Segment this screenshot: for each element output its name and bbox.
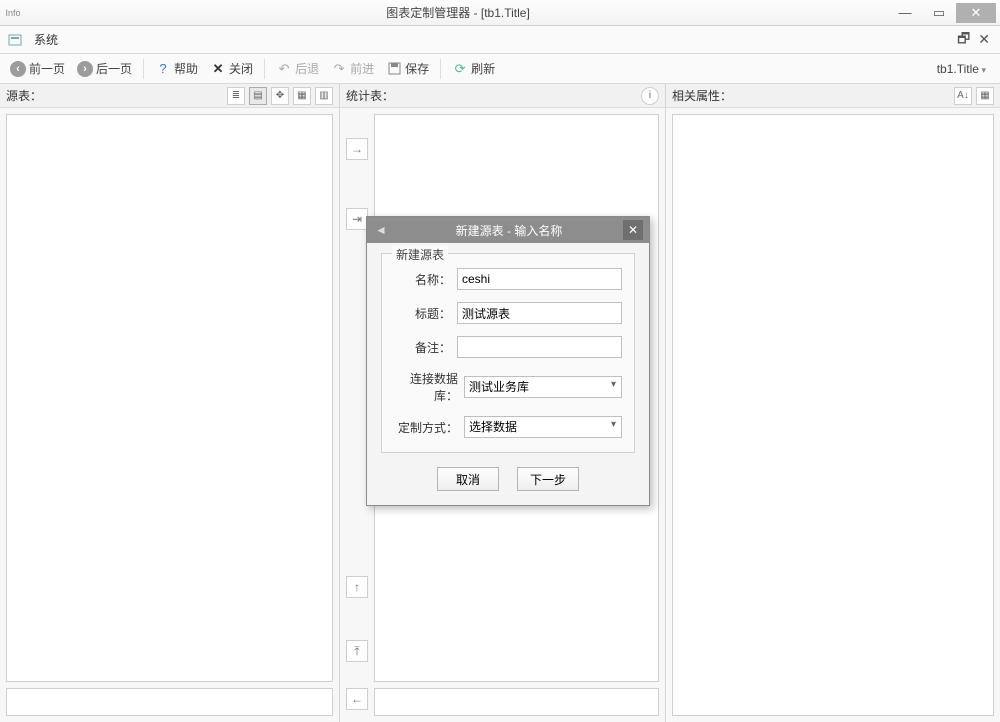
toolbar-next-button[interactable]: › 后一页 (73, 58, 136, 79)
breadcrumb[interactable]: tb1.Title (929, 60, 994, 78)
toolbar-prev-button[interactable]: ‹ 前一页 (6, 58, 69, 79)
toolbar-save-button[interactable]: 保存 (382, 58, 433, 79)
toolbar-help-label: 帮助 (174, 60, 198, 77)
expand-icon[interactable]: ✥ (271, 87, 289, 105)
toolbar-refresh-label: 刷新 (471, 60, 495, 77)
toolbar-back-label: 后退 (295, 60, 319, 77)
move-up-end-button[interactable]: ⤒ (346, 640, 368, 662)
toolbar-separator (440, 59, 441, 79)
pane-attr-header: 相关属性： A↓ ▦ (666, 84, 1000, 108)
dialog-groupbox: 新建源表 名称： 标题： 备注： 连接数据库： 测试业务库 (381, 253, 635, 453)
field-name-input[interactable] (457, 268, 622, 290)
field-remark-label: 备注： (394, 339, 451, 356)
field-db-label: 连接数据库： (394, 370, 458, 404)
pane-attributes: 相关属性： A↓ ▦ (666, 84, 1000, 722)
move-right-end-button[interactable]: ⇥ (346, 208, 368, 230)
tree-view-icon[interactable]: ▤ (249, 87, 267, 105)
dialog-title: 新建源表 - 输入名称 (395, 222, 623, 239)
move-left-button[interactable]: ← (346, 688, 368, 710)
refresh-icon: ⟳ (452, 61, 468, 77)
menu-system[interactable]: 系统 (28, 29, 64, 50)
toolbar-forward-button[interactable]: ↷ 前进 (327, 58, 378, 79)
field-remark-input[interactable] (457, 336, 622, 358)
toolbar-close-button[interactable]: ✕ 关闭 (206, 58, 257, 79)
pane-source-label: 源表： (6, 87, 42, 104)
toolbar-help-button[interactable]: ? 帮助 (151, 58, 202, 79)
detail-icon[interactable]: ▥ (315, 87, 333, 105)
window-titlebar: Info 图表定制管理器 - [tb1.Title] — ▭ ✕ (0, 0, 1000, 26)
mdi-restore-button[interactable]: 🗗 (953, 26, 974, 54)
system-menu-icon (6, 31, 24, 49)
field-db-select[interactable]: 测试业务库 (464, 376, 622, 398)
move-right-button[interactable]: → (346, 138, 368, 160)
pane-source-header: 源表： ≣ ▤ ✥ ▦ ▥ (0, 84, 339, 108)
save-icon (386, 61, 402, 77)
pane-source: 源表： ≣ ▤ ✥ ▦ ▥ (0, 84, 340, 722)
undo-icon: ↶ (276, 61, 292, 77)
field-mode-label: 定制方式： (394, 419, 458, 436)
close-icon: ✕ (210, 61, 226, 77)
toolbar-close-label: 关闭 (229, 60, 253, 77)
list-view-icon[interactable]: ≣ (227, 87, 245, 105)
dialog-group-legend: 新建源表 (392, 246, 448, 263)
toolbar-separator (264, 59, 265, 79)
info-icon[interactable]: i (641, 87, 659, 105)
attr-list[interactable] (672, 114, 994, 716)
toolbar-save-label: 保存 (405, 60, 429, 77)
sort-icon[interactable]: A↓ (954, 87, 972, 105)
field-title-label: 标题： (394, 305, 451, 322)
field-mode-select[interactable]: 选择数据 (464, 416, 622, 438)
dialog-close-button[interactable]: ✕ (623, 220, 643, 240)
toolbar-separator (143, 59, 144, 79)
dialog-titlebar: ◄ 新建源表 - 输入名称 ✕ (367, 217, 649, 243)
move-up-button[interactable]: ↑ (346, 576, 368, 598)
window-close-button[interactable]: ✕ (956, 3, 996, 23)
window-minimize-button[interactable]: — (888, 3, 922, 23)
stat-footer (374, 688, 659, 716)
properties-icon[interactable]: ▦ (976, 87, 994, 105)
dialog-back-icon[interactable]: ◄ (373, 222, 389, 238)
arrow-right-icon: › (77, 61, 93, 77)
arrow-left-icon: ‹ (10, 61, 26, 77)
pane-attr-label: 相关属性： (672, 87, 732, 104)
toolbar: ‹ 前一页 › 后一页 ? 帮助 ✕ 关闭 ↶ 后退 ↷ 前进 保存 ⟳ 刷新 … (0, 54, 1000, 84)
toolbar-prev-label: 前一页 (29, 60, 65, 77)
pane-stat-label: 统计表： (346, 87, 394, 104)
window-maximize-button[interactable]: ▭ (922, 3, 956, 23)
toolbar-refresh-button[interactable]: ⟳ 刷新 (448, 58, 499, 79)
toolbar-next-label: 后一页 (96, 60, 132, 77)
toolbar-back-button[interactable]: ↶ 后退 (272, 58, 323, 79)
dialog-next-button[interactable]: 下一步 (517, 467, 579, 491)
pane-stat-header: 统计表： i (340, 84, 665, 108)
toolbar-forward-label: 前进 (350, 60, 374, 77)
grid-icon[interactable]: ▦ (293, 87, 311, 105)
field-name-label: 名称： (394, 271, 451, 288)
help-icon: ? (155, 61, 171, 77)
window-title: 图表定制管理器 - [tb1.Title] (28, 4, 888, 21)
redo-icon: ↷ (331, 61, 347, 77)
app-icon: Info (4, 4, 22, 22)
mdi-close-button[interactable]: ✕ (974, 29, 994, 50)
field-title-input[interactable] (457, 302, 622, 324)
dialog-new-source: ◄ 新建源表 - 输入名称 ✕ 新建源表 名称： 标题： 备注： 连接数据库： (366, 216, 650, 506)
source-footer (6, 688, 333, 716)
source-list[interactable] (6, 114, 333, 682)
dialog-cancel-button[interactable]: 取消 (437, 467, 499, 491)
menubar: 系统 🗗 ✕ (0, 26, 1000, 54)
